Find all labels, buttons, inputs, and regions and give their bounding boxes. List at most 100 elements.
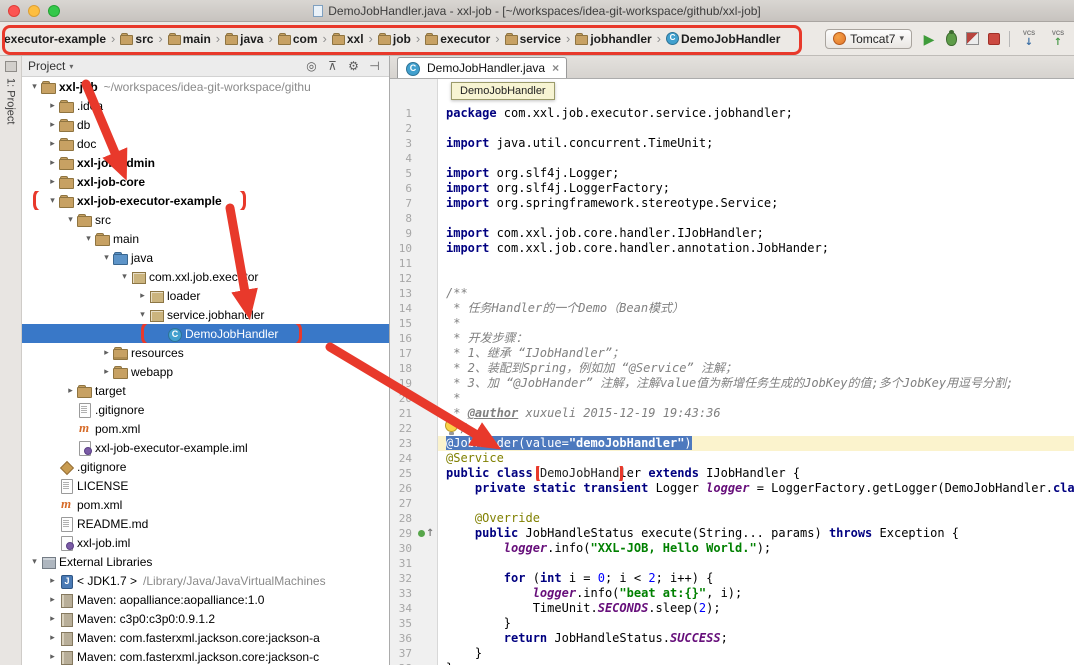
- tree-item-xxl-job[interactable]: ▾xxl-job~/workspaces/idea-git-workspace/…: [22, 77, 389, 96]
- code-line-35[interactable]: 35 }: [390, 616, 1074, 631]
- code-line-12[interactable]: 12: [390, 271, 1074, 286]
- code-line-2[interactable]: 2: [390, 121, 1074, 136]
- hide-panel-icon[interactable]: ⊣: [366, 59, 383, 73]
- code-line-30[interactable]: 30 logger.info("XXL-JOB, Hello World.");: [390, 541, 1074, 556]
- tree-item-xxl-job-core[interactable]: ▸xxl-job-core: [22, 172, 389, 191]
- breadcrumb-item-com[interactable]: com: [278, 32, 318, 46]
- tree-toggle-icon[interactable]: ▸: [100, 367, 113, 377]
- breadcrumb-item-xxl[interactable]: xxl: [332, 32, 364, 46]
- tree-toggle-icon[interactable]: ▾: [28, 82, 41, 92]
- settings-gear-icon[interactable]: ⚙: [345, 59, 362, 73]
- tree-item-resources[interactable]: ▸resources: [22, 343, 389, 362]
- tree-item-xxl-job-admin[interactable]: ▸xxl-job-admin: [22, 153, 389, 172]
- override-marker-icon[interactable]: ↑: [426, 526, 434, 541]
- code-line-5[interactable]: 5import org.slf4j.Logger;: [390, 166, 1074, 181]
- run-config-selector[interactable]: Tomcat7 ▾: [825, 29, 912, 49]
- code-line-19[interactable]: 19 * 3、加 “@JobHander” 注解，注解value值为新增任务生成…: [390, 376, 1074, 391]
- tree-item-java[interactable]: ▾java: [22, 248, 389, 267]
- tree-item-idea[interactable]: ▸.idea: [22, 96, 389, 115]
- code-line-1[interactable]: 1package com.xxl.job.executor.service.jo…: [390, 106, 1074, 121]
- tree-toggle-icon[interactable]: ▸: [64, 386, 77, 396]
- tree-toggle-icon[interactable]: ▾: [118, 272, 131, 282]
- vcs-commit-button[interactable]: VCS ↑: [1048, 30, 1068, 48]
- code-line-37[interactable]: 37 }: [390, 646, 1074, 661]
- code-line-8[interactable]: 8: [390, 211, 1074, 226]
- code-line-16[interactable]: 16 * 开发步骤：: [390, 331, 1074, 346]
- code-line-22[interactable]: 22 */: [390, 421, 1074, 436]
- project-panel-title[interactable]: Project: [28, 59, 65, 73]
- breadcrumb-item-job[interactable]: job: [378, 32, 411, 46]
- breadcrumb-item-src[interactable]: src: [120, 32, 153, 46]
- breadcrumb-item-main[interactable]: main: [168, 32, 211, 46]
- chevron-down-icon[interactable]: ▾: [69, 62, 73, 71]
- code-line-20[interactable]: 20 *: [390, 391, 1074, 406]
- run-line-marker-icon[interactable]: [418, 530, 425, 537]
- stop-button[interactable]: [988, 33, 1000, 45]
- code-line-36[interactable]: 36 return JobHandleStatus.SUCCESS;: [390, 631, 1074, 646]
- tree-toggle-icon[interactable]: ▸: [46, 101, 59, 111]
- breadcrumb-item-executor[interactable]: executor: [425, 32, 490, 46]
- tree-item-target[interactable]: ▸target: [22, 381, 389, 400]
- tree-toggle-icon[interactable]: ▾: [64, 215, 77, 225]
- code-line-34[interactable]: 34 TimeUnit.SECONDS.sleep(2);: [390, 601, 1074, 616]
- tree-toggle-icon[interactable]: ▸: [46, 177, 59, 187]
- code-line-7[interactable]: 7import org.springframework.stereotype.S…: [390, 196, 1074, 211]
- tree-toggle-icon[interactable]: ▸: [46, 595, 59, 605]
- code-line-4[interactable]: 4: [390, 151, 1074, 166]
- intention-bulb-icon[interactable]: [445, 419, 458, 432]
- code-line-15[interactable]: 15 *: [390, 316, 1074, 331]
- code-line-32[interactable]: 32 for (int i = 0; i < 2; i++) {: [390, 571, 1074, 586]
- locate-icon[interactable]: ◎: [303, 59, 320, 73]
- code-line-23[interactable]: 23@JobHander(value="demoJobHandler"): [390, 436, 1074, 451]
- tree-toggle-icon[interactable]: ▸: [136, 291, 149, 301]
- code-line-11[interactable]: 11: [390, 256, 1074, 271]
- tree-item-demojobhandler[interactable]: DemoJobHandler: [22, 324, 389, 343]
- tree-toggle-icon[interactable]: ▾: [46, 196, 59, 206]
- tree-item-loader[interactable]: ▸loader: [22, 286, 389, 305]
- code-line-25[interactable]: 25public class DemoJobHandler extends IJ…: [390, 466, 1074, 481]
- code-area[interactable]: 1package com.xxl.job.executor.service.jo…: [390, 79, 1074, 665]
- tree-item-src[interactable]: ▾src: [22, 210, 389, 229]
- code-line-29[interactable]: 29↑ public JobHandleStatus execute(Strin…: [390, 526, 1074, 541]
- code-line-18[interactable]: 18 * 2、装配到Spring，例如加 “@Service” 注解；: [390, 361, 1074, 376]
- tree-item-pom-xml[interactable]: pom.xml: [22, 495, 389, 514]
- coverage-button[interactable]: [966, 32, 979, 45]
- tree-item-pom-xml[interactable]: pom.xml: [22, 419, 389, 438]
- code-line-31[interactable]: 31: [390, 556, 1074, 571]
- code-line-9[interactable]: 9import com.xxl.job.core.handler.IJobHan…: [390, 226, 1074, 241]
- code-line-13[interactable]: 13/**: [390, 286, 1074, 301]
- tree-item-doc[interactable]: ▸doc: [22, 134, 389, 153]
- code-line-27[interactable]: 27: [390, 496, 1074, 511]
- tree-item-service-jobhandler[interactable]: ▾service.jobhandler: [22, 305, 389, 324]
- code-line-14[interactable]: 14 * 任务Handler的一个Demo（Bean模式）: [390, 301, 1074, 316]
- breadcrumb-item-java[interactable]: java: [225, 32, 263, 46]
- tree-toggle-icon[interactable]: ▸: [46, 614, 59, 624]
- collapse-all-icon[interactable]: ⊼: [324, 59, 341, 73]
- tree-toggle-icon[interactable]: ▸: [46, 139, 59, 149]
- breadcrumb-item-service[interactable]: service: [505, 32, 561, 46]
- tree-item-gitignore[interactable]: .gitignore: [22, 457, 389, 476]
- code-line-38[interactable]: 38}: [390, 661, 1074, 665]
- code-line-10[interactable]: 10import com.xxl.job.core.handler.annota…: [390, 241, 1074, 256]
- code-line-17[interactable]: 17 * 1、继承 “IJobHandler”；: [390, 346, 1074, 361]
- tree-item-readme-md[interactable]: README.md: [22, 514, 389, 533]
- tree-item-external-libraries[interactable]: ▾External Libraries: [22, 552, 389, 571]
- breadcrumb-item-jobhandler[interactable]: jobhandler: [575, 32, 651, 46]
- tree-item-db[interactable]: ▸db: [22, 115, 389, 134]
- tree-item-gitignore[interactable]: .gitignore: [22, 400, 389, 419]
- code-line-21[interactable]: 21 * @author xuxueli 2015-12-19 19:43:36: [390, 406, 1074, 421]
- tree-item-maven-com-fasterxml-jackson-core-jackson-c[interactable]: ▸Maven: com.fasterxml.jackson.core:jacks…: [22, 647, 389, 665]
- breadcrumb-item-executor-example[interactable]: executor-example: [4, 32, 106, 46]
- code-line-28[interactable]: 28 @Override: [390, 511, 1074, 526]
- editor-tab[interactable]: DemoJobHandler.java ×: [397, 57, 567, 78]
- tree-item-maven-c3p0-c3p0-0-9-1-2[interactable]: ▸Maven: c3p0:c3p0:0.9.1.2: [22, 609, 389, 628]
- run-button[interactable]: ▶: [921, 31, 937, 47]
- tree-toggle-icon[interactable]: ▸: [46, 652, 59, 662]
- tree-item-jdk1-7[interactable]: ▸< JDK1.7 >/Library/Java/JavaVirtualMach…: [22, 571, 389, 590]
- tree-toggle-icon[interactable]: ▸: [100, 348, 113, 358]
- tree-toggle-icon[interactable]: ▾: [28, 557, 41, 567]
- tree-toggle-icon[interactable]: ▾: [82, 234, 95, 244]
- tool-window-icon[interactable]: [5, 61, 17, 72]
- tree-item-maven-aopalliance-aopalliance-1-0[interactable]: ▸Maven: aopalliance:aopalliance:1.0: [22, 590, 389, 609]
- tree-item-webapp[interactable]: ▸webapp: [22, 362, 389, 381]
